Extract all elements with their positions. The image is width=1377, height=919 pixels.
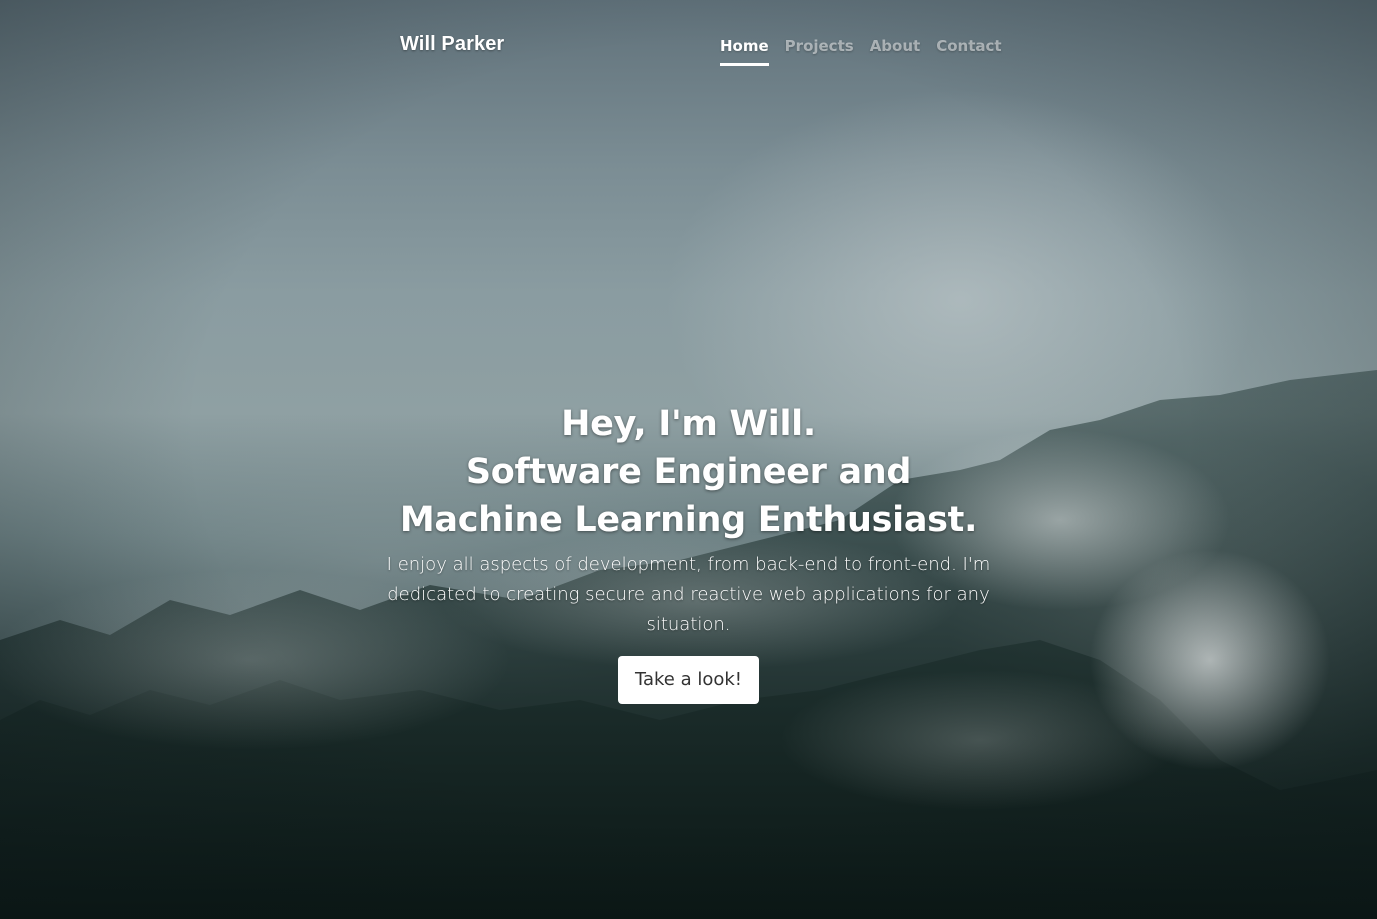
hero-heading-line-1: Hey, I'm Will. xyxy=(561,404,816,444)
nav-about[interactable]: About xyxy=(870,37,921,66)
hero-lead: I enjoy all aspects of development, from… xyxy=(386,554,991,635)
hero-heading: Hey, I'm Will. Software Engineer and Mac… xyxy=(0,400,1377,544)
main-nav: Home Projects About Contact xyxy=(720,37,1002,66)
hero-heading-line-2: Software Engineer and xyxy=(465,452,912,492)
hero-heading-line-3: Machine Learning Enthusiast. xyxy=(399,500,978,540)
nav-contact[interactable]: Contact xyxy=(936,37,1001,66)
take-a-look-button[interactable]: Take a look! xyxy=(617,656,760,704)
hero-section: Hey, I'm Will. Software Engineer and Mac… xyxy=(0,400,1377,704)
nav-projects[interactable]: Projects xyxy=(785,37,854,66)
nav-home[interactable]: Home xyxy=(720,37,769,66)
site-brand[interactable]: Will Parker xyxy=(400,33,504,56)
